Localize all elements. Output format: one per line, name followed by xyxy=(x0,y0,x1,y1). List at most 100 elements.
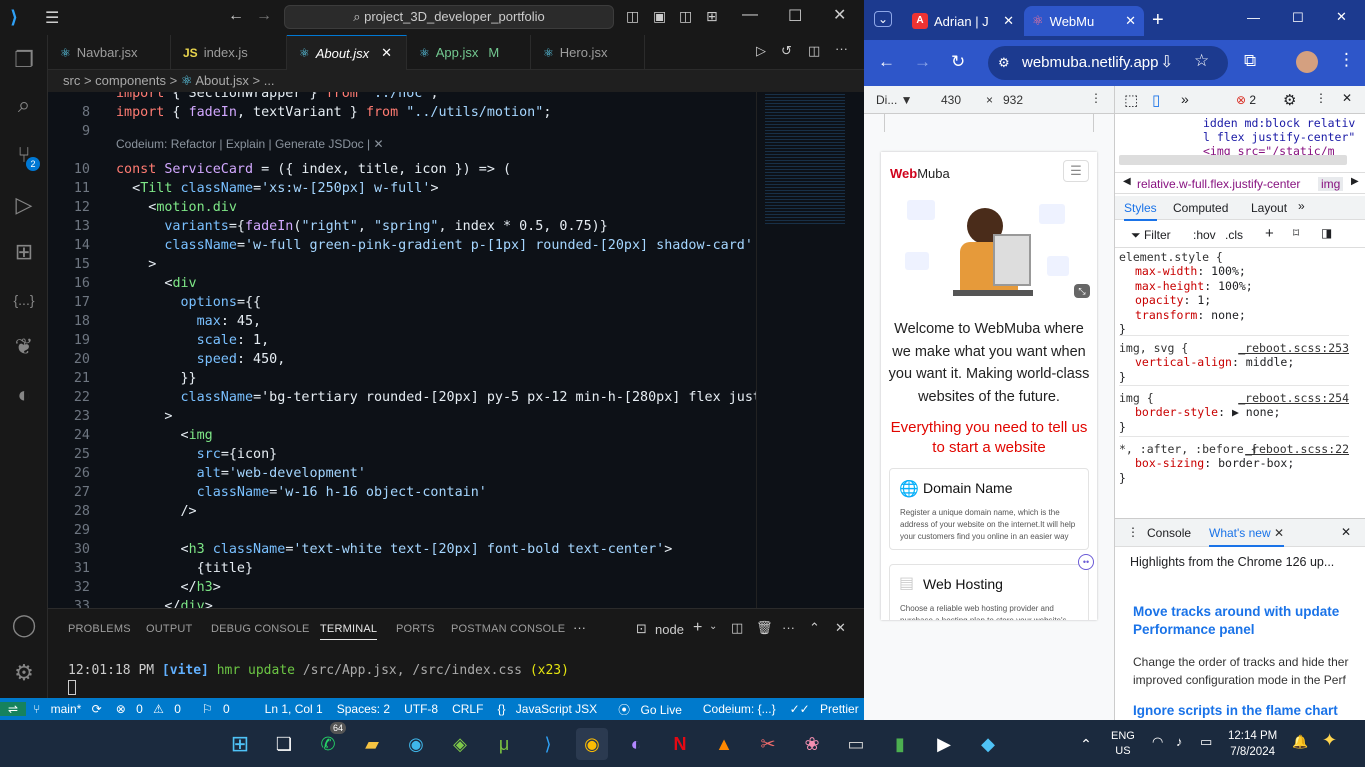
wifi-icon[interactable]: ◠ xyxy=(1152,734,1163,750)
filter-input[interactable]: ⏷ Filter xyxy=(1131,228,1171,243)
code-line[interactable]: 27 className='w-16 h-16 object-contain' xyxy=(48,483,756,502)
code-line[interactable]: 20 speed: 450, xyxy=(48,350,756,369)
code-line[interactable]: 14 className='w-full green-pink-gradient… xyxy=(48,236,756,255)
news-title[interactable]: Move tracks around with update Performan… xyxy=(1133,603,1361,639)
hov-toggle[interactable]: :hov xyxy=(1193,228,1216,242)
new-rule-icon[interactable]: + xyxy=(1265,225,1274,242)
minimize-icon[interactable]: — xyxy=(1247,10,1260,25)
code-line[interactable]: 19 scale: 1, xyxy=(48,331,756,350)
maximize-icon[interactable]: ☐ xyxy=(1292,10,1304,26)
code-line[interactable]: 12 <motion.div xyxy=(48,198,756,217)
source-control-icon[interactable]: ⑂ 2 xyxy=(0,135,48,175)
minimap[interactable] xyxy=(756,92,864,608)
more-actions-icon[interactable]: ··· xyxy=(835,41,848,56)
maximize-icon[interactable]: ☐ xyxy=(788,6,802,26)
github-icon[interactable]: ◐ xyxy=(620,728,652,760)
netflix-icon[interactable]: N xyxy=(664,728,696,760)
panel-tab-terminal[interactable]: TERMINAL xyxy=(320,623,378,640)
address-bar[interactable]: ⚙ webmuba.netlify.app xyxy=(988,46,1228,80)
more-icon[interactable]: ⋮ xyxy=(1127,525,1139,539)
settings-gear-icon[interactable]: ⚙ xyxy=(1283,91,1296,109)
search-icon[interactable]: ⌕ xyxy=(0,85,48,125)
panel-tab-ports[interactable]: PORTS xyxy=(396,623,435,635)
eol[interactable]: CRLF xyxy=(445,702,490,716)
panel-tab-problems[interactable]: PROBLEMS xyxy=(68,623,131,635)
reload-icon[interactable]: ↻ xyxy=(951,52,965,72)
paint-icon[interactable]: ⌑ xyxy=(1293,226,1299,240)
tab-index-js[interactable]: JS index.js xyxy=(171,35,287,70)
site-logo[interactable]: WebMuba xyxy=(890,166,950,181)
extensions-icon[interactable]: ⧉ xyxy=(1244,51,1256,71)
terminal-output[interactable]: 12:01:18 PM [vite] hmr update /src/App.j… xyxy=(68,663,569,678)
tab-about[interactable]: ⚛ About.jsx ✕ xyxy=(287,35,407,70)
close-tab-icon[interactable]: ✕ xyxy=(1125,13,1136,29)
forward-arrow-icon[interactable]: → xyxy=(256,7,272,25)
browser-tab-adrian[interactable]: A Adrian | J ✕ xyxy=(904,6,1022,36)
service-card[interactable]: 🌐 Domain Name Register a unique domain n… xyxy=(889,468,1089,550)
volume-icon[interactable]: ♪ xyxy=(1176,734,1183,749)
account-icon[interactable]: ◯ xyxy=(0,605,48,645)
tab-computed[interactable]: Computed xyxy=(1173,201,1228,215)
code-line[interactable]: 21 }} xyxy=(48,369,756,388)
html-tree[interactable]: idden md:block relativ l flex justify-ce… xyxy=(1203,116,1355,158)
tab-styles[interactable]: Styles xyxy=(1124,201,1157,221)
trash-icon[interactable]: 🗑 xyxy=(756,620,773,636)
language-indicator[interactable]: ENG US xyxy=(1111,729,1135,759)
split-terminal-icon[interactable]: ◫ xyxy=(731,620,743,636)
codeium-status[interactable]: Codeium: {...} xyxy=(696,702,783,716)
edge-icon[interactable]: ◉ xyxy=(400,728,432,760)
code-line[interactable]: 29 xyxy=(48,521,756,540)
close-panel-icon[interactable]: ✕ xyxy=(835,620,846,636)
back-arrow-icon[interactable]: ← xyxy=(878,52,895,72)
tab-console[interactable]: Console xyxy=(1147,526,1191,540)
close-icon[interactable]: ✕ xyxy=(1342,91,1352,105)
tab-close-icon[interactable]: ✕ xyxy=(381,45,392,61)
notification-bell-icon[interactable]: 🔔 xyxy=(1292,734,1308,750)
problems-status[interactable]: ⊗ 0 ⚠ 0 xyxy=(109,702,195,716)
media-player-icon[interactable]: ▶ xyxy=(928,728,960,760)
styles-pane[interactable]: element.style { max-width: 100%; max-hei… xyxy=(1119,250,1349,499)
info-status[interactable]: ⚐ 0 xyxy=(195,702,244,716)
code-line[interactable]: 16 <div xyxy=(48,274,756,293)
indentation[interactable]: Spaces: 2 xyxy=(330,702,397,716)
more-icon[interactable]: ⋮ xyxy=(1090,91,1102,105)
install-app-icon[interactable]: ⇩ xyxy=(1160,52,1173,72)
toggle-sidebar-icon[interactable]: ◫ xyxy=(626,8,639,25)
clock[interactable]: 12:14 PM 7/8/2024 xyxy=(1228,728,1277,760)
cursor-position[interactable]: Ln 1, Col 1 xyxy=(258,702,330,716)
code-line[interactable]: 31 {title} xyxy=(48,559,756,578)
json-icon[interactable]: {...} xyxy=(0,280,48,320)
tab-hero[interactable]: ⚛ Hero.jsx xyxy=(531,35,645,70)
chat-icon[interactable]: •• xyxy=(1078,554,1094,570)
file-explorer-icon[interactable]: ▰ xyxy=(356,728,388,760)
new-terminal-icon[interactable]: + xyxy=(693,619,702,637)
more-icon[interactable]: ··· xyxy=(573,620,586,635)
copilot-icon[interactable]: ✦ xyxy=(1322,730,1337,751)
close-icon[interactable]: ✕ xyxy=(1336,9,1347,25)
code-line[interactable]: 17 options={{ xyxy=(48,293,756,312)
service-card[interactable]: ▤ Web Hosting Choose a reliable web host… xyxy=(889,564,1089,620)
terminal-name[interactable]: node xyxy=(655,622,684,637)
tab-search-icon[interactable]: ⌄ xyxy=(874,11,893,27)
code-line[interactable]: 18 max: 45, xyxy=(48,312,756,331)
visual-search-icon[interactable]: ⤡ xyxy=(1074,284,1090,298)
code-line[interactable]: 15 > xyxy=(48,255,756,274)
close-icon[interactable]: ✕ xyxy=(833,5,846,25)
show-hidden-icons[interactable]: ⌃ xyxy=(1070,728,1102,760)
extensions-icon[interactable]: ⊞ xyxy=(0,232,48,272)
code-line[interactable]: 33 </div> xyxy=(48,597,756,608)
code-line[interactable]: 28 /> xyxy=(48,502,756,521)
forward-arrow-icon[interactable]: → xyxy=(914,52,931,72)
run-debug-icon[interactable]: ▷ xyxy=(0,185,48,225)
code-line[interactable]: 10 const ServiceCard = ({ index, title, i… xyxy=(48,160,756,179)
anime-app-icon[interactable]: ❀ xyxy=(796,728,828,760)
settings-gear-icon[interactable]: ⚙ xyxy=(0,653,48,693)
tab-whats-new[interactable]: What's new ✕ xyxy=(1209,526,1285,547)
codeium-code-lens[interactable]: Codeium: Refactor | Explain | Generate J… xyxy=(116,137,384,151)
timeline-icon[interactable]: ↺ xyxy=(781,43,792,59)
run-icon[interactable]: ▷ xyxy=(756,43,766,59)
menu-icon[interactable]: ☰ xyxy=(45,8,59,28)
chrome-icon[interactable]: ◉ xyxy=(576,728,608,760)
snipping-tool-icon[interactable]: ◆ xyxy=(972,728,1004,760)
panel-tab-debug-console[interactable]: DEBUG CONSOLE xyxy=(211,623,310,635)
